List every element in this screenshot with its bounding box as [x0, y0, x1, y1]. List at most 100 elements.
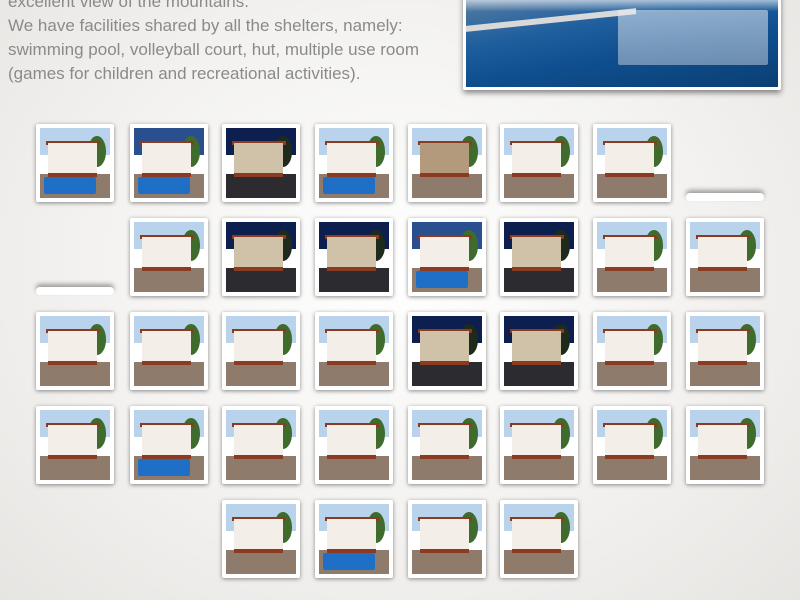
thumbnail-building: [142, 237, 192, 271]
gallery-thumbnail[interactable]: [315, 312, 393, 390]
thumbnail-pool: [138, 177, 190, 194]
gallery-thumbnail[interactable]: [500, 124, 578, 202]
gallery-thumbnail[interactable]: [408, 218, 486, 296]
thumbnail-photo: [134, 316, 204, 386]
thumbnail-photo: [134, 222, 204, 292]
thumbnail-building: [234, 425, 284, 459]
gallery-thumbnail[interactable]: [500, 312, 578, 390]
gallery-thumbnail[interactable]: [222, 312, 300, 390]
thumbnail-photo: [134, 410, 204, 480]
thumbnail-building: [605, 425, 655, 459]
thumbnail-photo: [597, 222, 667, 292]
thumbnail-photo: [690, 410, 760, 480]
thumbnail-photo: [597, 128, 667, 198]
thumbnail-photo: [319, 504, 389, 574]
gallery-thumbnail[interactable]: [593, 218, 671, 296]
thumbnail-photo: [412, 504, 482, 574]
gallery-thumbnail[interactable]: [500, 406, 578, 484]
gallery-thumbnail[interactable]: [315, 124, 393, 202]
thumbnail-ground: [597, 174, 667, 198]
thumbnail-ground: [690, 456, 760, 480]
gallery-thumbnail[interactable]: [222, 500, 300, 578]
thumbnail-pool: [323, 553, 375, 570]
thumbnail-building: [698, 425, 748, 459]
thumbnail-photo: [690, 222, 760, 292]
thumbnail-building: [327, 143, 377, 177]
gallery-thumbnail[interactable]: [315, 218, 393, 296]
thumbnail-photo: [40, 128, 110, 198]
thumbnail-building: [234, 143, 284, 177]
thumbnail-photo: [319, 316, 389, 386]
gallery-thumbnail[interactable]: [315, 500, 393, 578]
thumbnail-photo: [226, 222, 296, 292]
thumbnail-ground: [597, 268, 667, 292]
gallery-thumbnail[interactable]: [36, 312, 114, 390]
thumbnail-ground: [690, 362, 760, 386]
gallery-thumbnail[interactable]: [593, 312, 671, 390]
gallery-thumbnail[interactable]: [222, 124, 300, 202]
thumbnail-building: [605, 237, 655, 271]
thumbnail-photo: [226, 410, 296, 480]
thumbnail-photo: [504, 504, 574, 574]
gallery-thumbnail[interactable]: [593, 406, 671, 484]
thumbnail-building: [234, 331, 284, 365]
gallery-thumbnail[interactable]: [500, 218, 578, 296]
gallery-thumbnail[interactable]: [686, 312, 764, 390]
thumbnail-pool: [44, 177, 96, 194]
thumbnail-ground: [226, 362, 296, 386]
thumbnail-ground: [412, 456, 482, 480]
thumbnail-building: [327, 519, 377, 553]
thumbnail-photo: [597, 316, 667, 386]
gallery-thumbnail[interactable]: [500, 500, 578, 578]
gallery-thumbnail[interactable]: [408, 500, 486, 578]
gallery-thumbnail[interactable]: [408, 124, 486, 202]
thumbnail-building: [512, 143, 562, 177]
thumbnail-ground: [504, 362, 574, 386]
thumbnail-pool: [416, 271, 468, 288]
gallery-thumbnail[interactable]: [130, 218, 208, 296]
thumbnail-ground: [226, 550, 296, 574]
thumbnail-building: [234, 237, 284, 271]
gallery-thumbnail[interactable]: [130, 124, 208, 202]
thumbnail-ground: [504, 268, 574, 292]
gallery-thumbnail[interactable]: [222, 406, 300, 484]
gallery-thumbnail[interactable]: [408, 406, 486, 484]
gallery-thumbnail[interactable]: [36, 406, 114, 484]
thumbnail-building: [234, 519, 284, 553]
thumbnail-photo: [134, 128, 204, 198]
thumbnail-building: [142, 143, 192, 177]
gallery-thumbnail[interactable]: [36, 124, 114, 202]
thumbnail-building: [698, 331, 748, 365]
gallery-thumbnail[interactable]: [686, 218, 764, 296]
thumbnail-building: [48, 143, 98, 177]
thumbnail-ground: [40, 362, 110, 386]
gallery-thumbnail[interactable]: [315, 406, 393, 484]
gallery-thumbnail[interactable]: [408, 312, 486, 390]
thumbnail-building: [420, 425, 470, 459]
thumbnail-building: [327, 237, 377, 271]
thumbnail-building: [512, 331, 562, 365]
thumbnail-building: [327, 425, 377, 459]
thumbnail-photo: [690, 316, 760, 386]
thumbnail-ground: [504, 456, 574, 480]
photo-gallery: [0, 0, 800, 600]
thumbnail-photo: [319, 128, 389, 198]
thumbnail-building: [48, 425, 98, 459]
thumbnail-ground: [319, 268, 389, 292]
gallery-thumbnail[interactable]: [130, 406, 208, 484]
thumbnail-photo: [597, 410, 667, 480]
thumbnail-ground: [504, 174, 574, 198]
gallery-thumbnail[interactable]: [593, 124, 671, 202]
thumbnail-ground: [504, 550, 574, 574]
gallery-thumbnail[interactable]: [130, 312, 208, 390]
thumbnail-building: [48, 331, 98, 365]
thumbnail-photo: [226, 504, 296, 574]
thumbnail-ground: [319, 362, 389, 386]
thumbnail-photo: [412, 410, 482, 480]
thumbnail-ground: [412, 174, 482, 198]
thumbnail-photo: [504, 222, 574, 292]
thumbnail-photo: [504, 128, 574, 198]
gallery-thumbnail[interactable]: [222, 218, 300, 296]
thumbnail-building: [327, 331, 377, 365]
gallery-thumbnail[interactable]: [686, 406, 764, 484]
